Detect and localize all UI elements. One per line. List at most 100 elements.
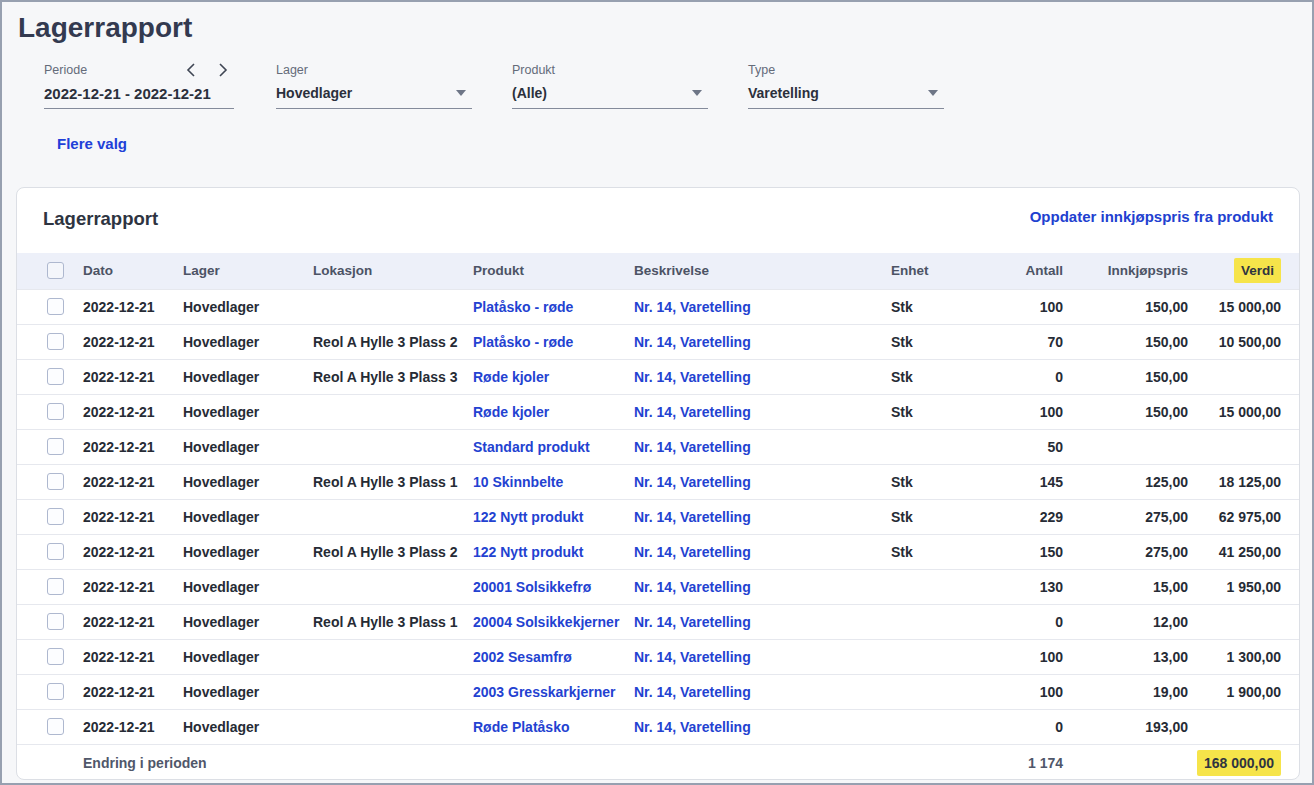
table-footer-row: Endring i perioden 1 174 168 000,00 [17, 744, 1299, 780]
cell-verdi: 1 950,00 [1188, 569, 1299, 604]
table-row: 2022-12-21Hovedlager2002 SesamfrøNr. 14,… [17, 639, 1299, 674]
cell-dato: 2022-12-21 [83, 359, 183, 394]
description-link[interactable]: Nr. 14, Varetelling [634, 544, 751, 560]
cell-verdi: 15 000,00 [1188, 394, 1299, 429]
select-all-checkbox[interactable] [47, 262, 64, 279]
column-header-innkjopspris: Innkjøpspris [1063, 253, 1188, 289]
cell-innkjopspris: 13,00 [1063, 639, 1188, 674]
cell-antall: 0 [977, 709, 1063, 744]
type-select[interactable]: Varetelling [748, 78, 944, 109]
produkt-field: Produkt (Alle) [512, 62, 708, 109]
row-checkbox[interactable] [47, 683, 64, 700]
cell-lokasjon: Reol A Hylle 3 Plass 1 [313, 464, 473, 499]
more-options-link[interactable]: Flere valg [57, 135, 127, 152]
cell-lokasjon: Reol A Hylle 3 Plass 2 [313, 324, 473, 359]
column-header-antall: Antall [977, 253, 1063, 289]
table-row: 2022-12-21HovedlagerStandard produktNr. … [17, 429, 1299, 464]
cell-produkt: 20004 Solsikkekjerner [473, 604, 634, 639]
cell-lager: Hovedlager [183, 534, 313, 569]
product-link[interactable]: 10 Skinnbelte [473, 474, 563, 490]
product-link[interactable]: 122 Nytt produkt [473, 544, 583, 560]
product-link[interactable]: Platåsko - røde [473, 299, 573, 315]
cell-produkt: Platåsko - røde [473, 289, 634, 324]
lager-select[interactable]: Hovedlager [276, 78, 472, 109]
row-checkbox[interactable] [47, 298, 64, 315]
cell-lager: Hovedlager [183, 289, 313, 324]
description-link[interactable]: Nr. 14, Varetelling [634, 334, 751, 350]
type-value: Varetelling [748, 85, 819, 101]
description-link[interactable]: Nr. 14, Varetelling [634, 614, 751, 630]
table-row: 2022-12-21HovedlagerReol A Hylle 3 Plass… [17, 464, 1299, 499]
cell-antall: 100 [977, 639, 1063, 674]
row-checkbox[interactable] [47, 473, 64, 490]
description-link[interactable]: Nr. 14, Varetelling [634, 684, 751, 700]
cell-verdi: 1 900,00 [1188, 674, 1299, 709]
row-checkbox[interactable] [47, 508, 64, 525]
description-link[interactable]: Nr. 14, Varetelling [634, 509, 751, 525]
description-link[interactable]: Nr. 14, Varetelling [634, 369, 751, 385]
cell-innkjopspris: 125,00 [1063, 464, 1188, 499]
table-row: 2022-12-21HovedlagerReol A Hylle 3 Plass… [17, 324, 1299, 359]
type-field: Type Varetelling [748, 62, 944, 109]
cell-verdi: 15 000,00 [1188, 289, 1299, 324]
cell-verdi: 62 975,00 [1188, 499, 1299, 534]
description-link[interactable]: Nr. 14, Varetelling [634, 719, 751, 735]
cell-enhet [891, 674, 977, 709]
cell-innkjopspris: 275,00 [1063, 534, 1188, 569]
cell-antall: 100 [977, 394, 1063, 429]
cell-produkt: Røde kjoler [473, 359, 634, 394]
cell-beskrivelse: Nr. 14, Varetelling [634, 429, 891, 464]
row-checkbox[interactable] [47, 403, 64, 420]
cell-produkt: 122 Nytt produkt [473, 534, 634, 569]
product-link[interactable]: Røde kjoler [473, 369, 549, 385]
product-link[interactable]: 2003 Gresskarkjerner [473, 684, 615, 700]
row-checkbox[interactable] [47, 333, 64, 350]
column-header-beskrivelse: Beskrivelse [634, 253, 891, 289]
page-title: Lagerrapport [18, 12, 192, 44]
previous-period-icon[interactable] [186, 63, 196, 77]
row-checkbox[interactable] [47, 368, 64, 385]
cell-lokasjon [313, 569, 473, 604]
produkt-select[interactable]: (Alle) [512, 78, 708, 109]
description-link[interactable]: Nr. 14, Varetelling [634, 579, 751, 595]
description-link[interactable]: Nr. 14, Varetelling [634, 474, 751, 490]
row-checkbox[interactable] [47, 718, 64, 735]
periode-input[interactable]: 2022-12-21 - 2022-12-21 [44, 78, 234, 109]
row-checkbox[interactable] [47, 613, 64, 630]
row-checkbox[interactable] [47, 543, 64, 560]
row-checkbox[interactable] [47, 438, 64, 455]
product-link[interactable]: 122 Nytt produkt [473, 509, 583, 525]
cell-beskrivelse: Nr. 14, Varetelling [634, 324, 891, 359]
verdi-highlight: Verdi [1234, 258, 1281, 283]
product-link[interactable]: 20001 Solsikkefrø [473, 579, 591, 595]
table-header-row: Dato Lager Lokasjon Produkt Beskrivelse … [17, 253, 1299, 289]
table-row: 2022-12-21Hovedlager2003 Gresskarkjerner… [17, 674, 1299, 709]
cell-lokasjon: Reol A Hylle 3 Plass 2 [313, 534, 473, 569]
table-row: 2022-12-21HovedlagerRøde kjolerNr. 14, V… [17, 394, 1299, 429]
cell-verdi [1188, 429, 1299, 464]
row-checkbox[interactable] [47, 648, 64, 665]
description-link[interactable]: Nr. 14, Varetelling [634, 299, 751, 315]
product-link[interactable]: Røde Platåsko [473, 719, 569, 735]
product-link[interactable]: 2002 Sesamfrø [473, 649, 572, 665]
footer-verdi: 168 000,00 [1188, 744, 1299, 780]
cell-enhet: Stk [891, 499, 977, 534]
cell-lager: Hovedlager [183, 394, 313, 429]
cell-dato: 2022-12-21 [83, 499, 183, 534]
description-link[interactable]: Nr. 14, Varetelling [634, 404, 751, 420]
cell-dato: 2022-12-21 [83, 709, 183, 744]
product-link[interactable]: Standard produkt [473, 439, 590, 455]
update-purchase-price-link[interactable]: Oppdater innkjøpspris fra produkt [1030, 208, 1273, 225]
product-link[interactable]: Platåsko - røde [473, 334, 573, 350]
filter-bar: Periode 2022-12-21 - 2022-12-21 Lager Ho… [44, 62, 984, 109]
product-link[interactable]: 20004 Solsikkekjerner [473, 614, 619, 630]
cell-beskrivelse: Nr. 14, Varetelling [634, 674, 891, 709]
cell-antall: 150 [977, 534, 1063, 569]
product-link[interactable]: Røde kjoler [473, 404, 549, 420]
row-checkbox[interactable] [47, 578, 64, 595]
cell-innkjopspris: 150,00 [1063, 289, 1188, 324]
cell-enhet: Stk [891, 289, 977, 324]
description-link[interactable]: Nr. 14, Varetelling [634, 649, 751, 665]
description-link[interactable]: Nr. 14, Varetelling [634, 439, 751, 455]
next-period-icon[interactable] [218, 63, 228, 77]
